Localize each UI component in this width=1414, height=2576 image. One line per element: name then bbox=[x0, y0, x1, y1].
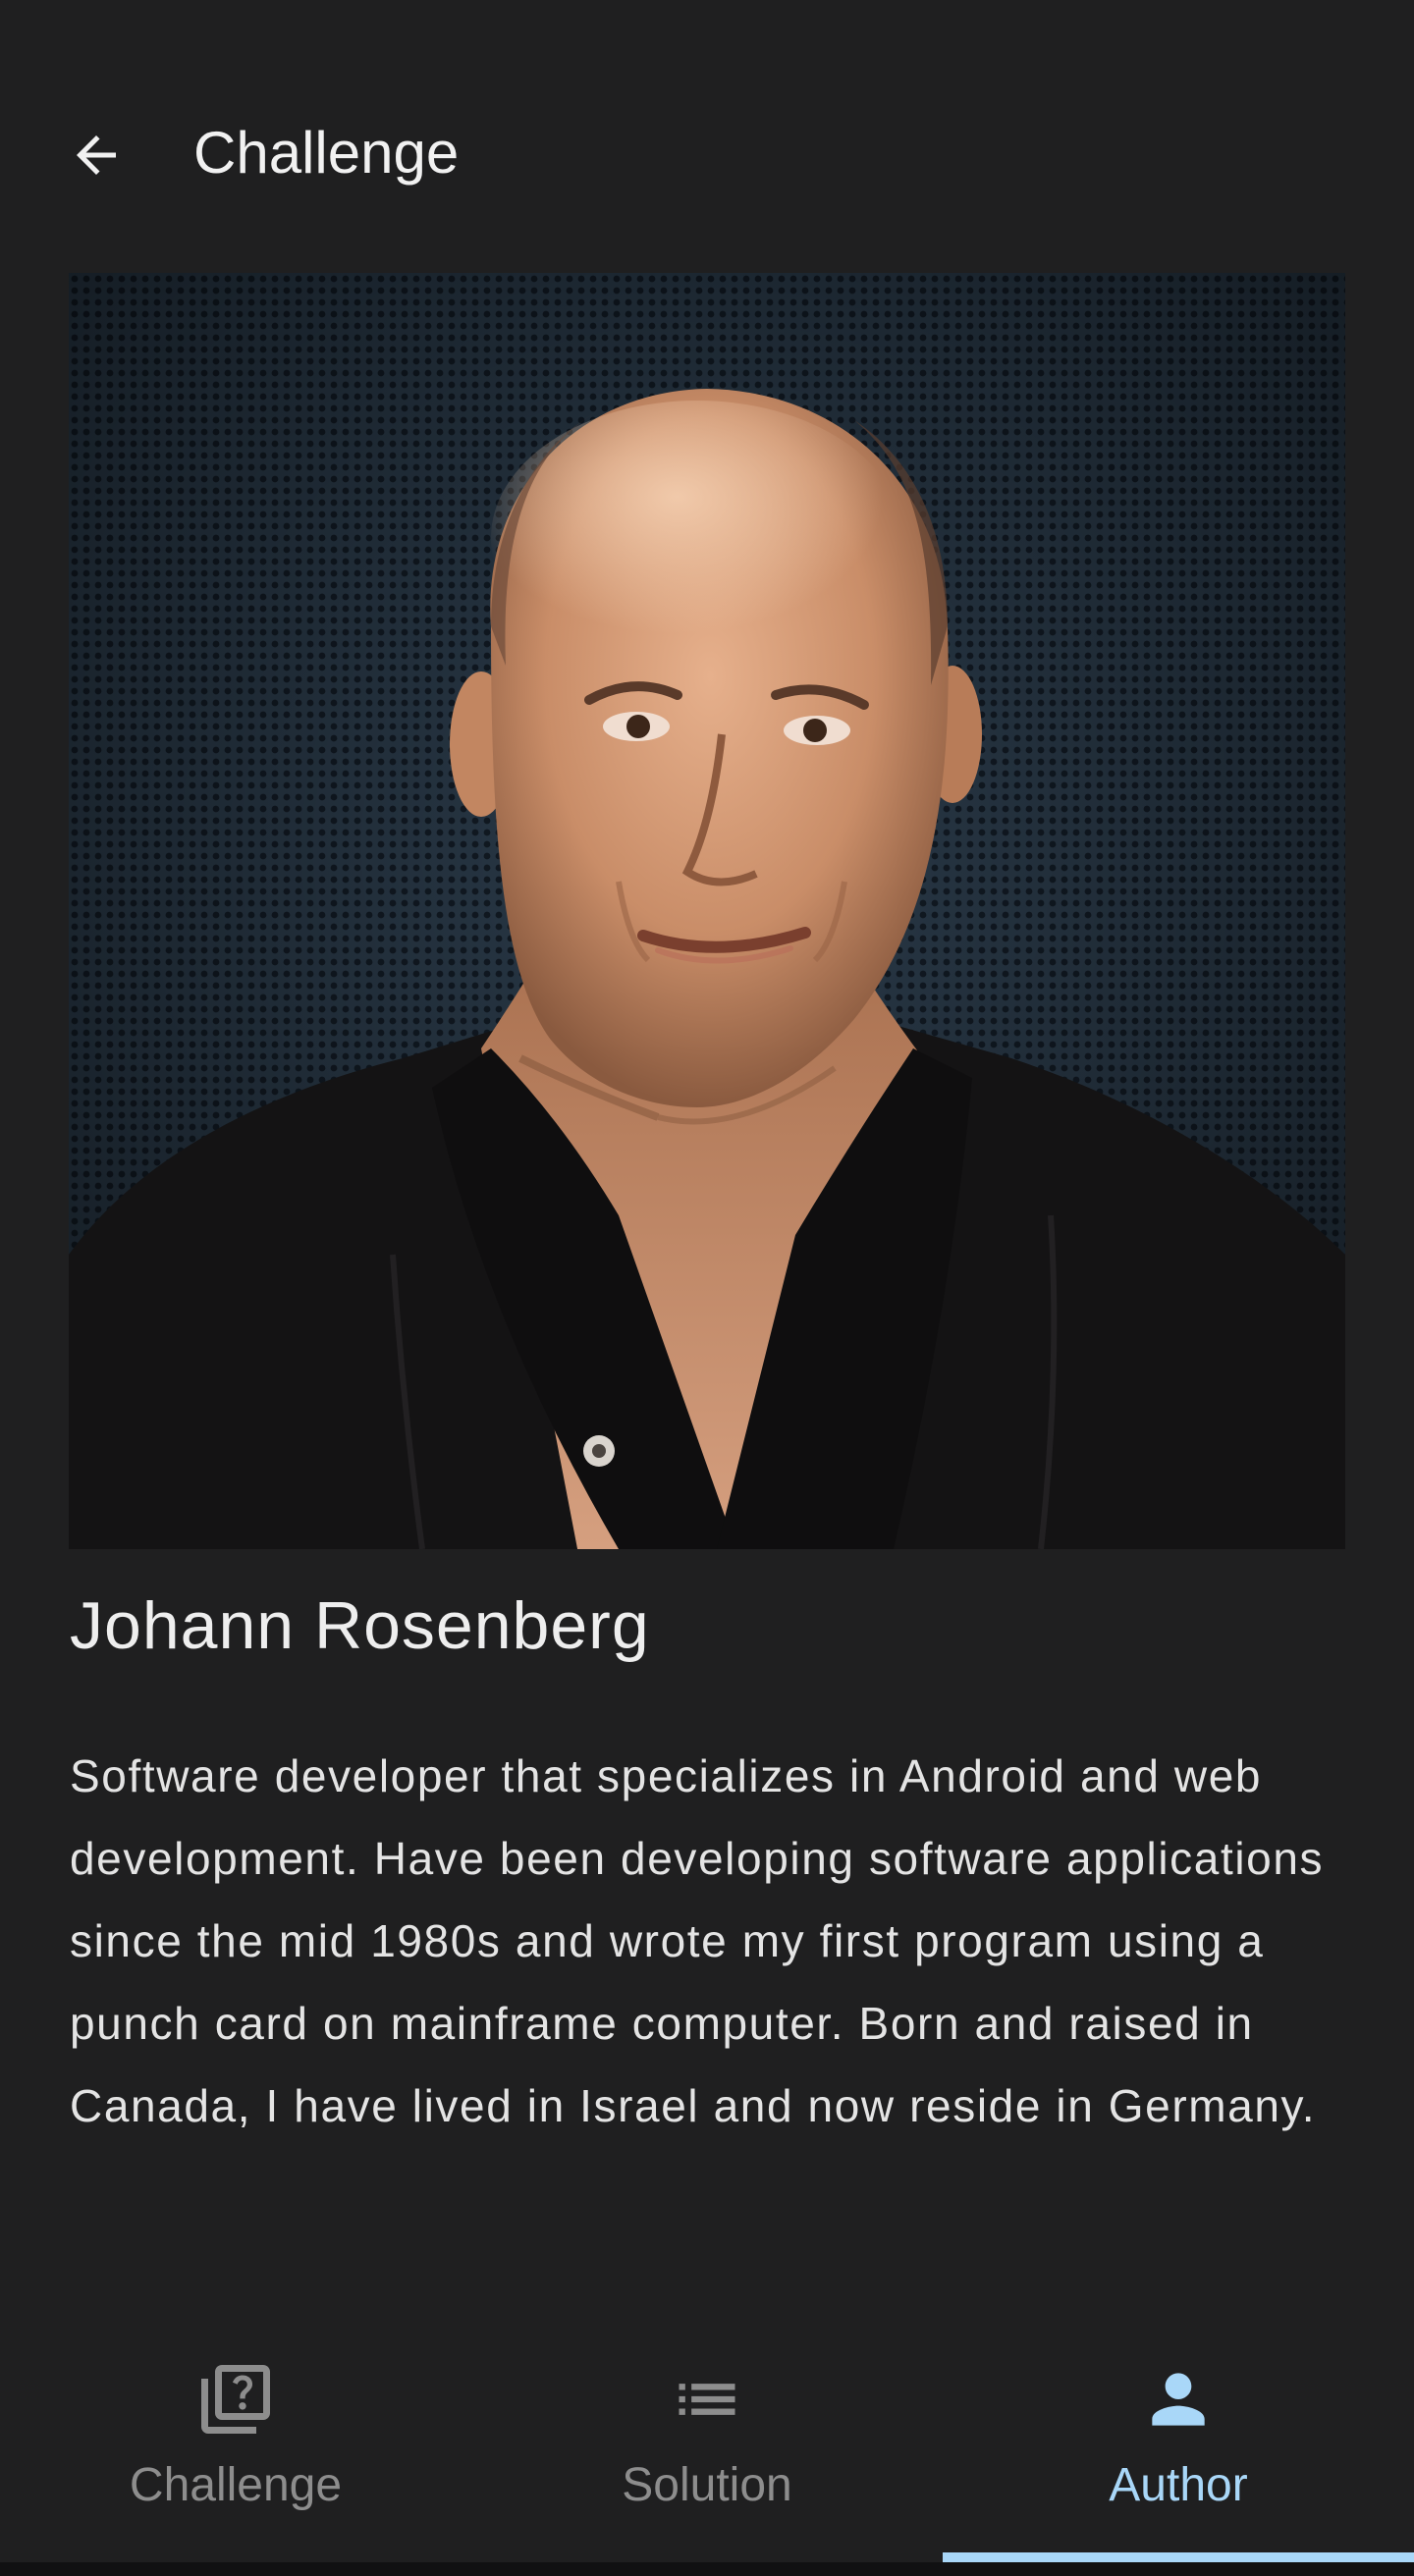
nav-label-author: Author bbox=[1109, 2459, 1248, 2511]
author-name: Johann Rosenberg bbox=[70, 1588, 650, 1663]
app-bar: Challenge bbox=[0, 0, 1414, 245]
arrow-back-icon bbox=[77, 135, 116, 175]
person-icon bbox=[943, 2360, 1414, 2439]
nav-item-challenge[interactable]: Challenge bbox=[0, 2317, 471, 2562]
author-bio: Software developer that specializes in A… bbox=[70, 1750, 1325, 2131]
nav-label-challenge: Challenge bbox=[129, 2459, 343, 2511]
nav-item-solution[interactable]: Solution bbox=[471, 2317, 943, 2562]
page-title: Challenge bbox=[193, 120, 460, 186]
nav-item-author[interactable]: Author bbox=[943, 2317, 1414, 2562]
nav-label-solution: Solution bbox=[622, 2459, 792, 2511]
bottom-navigation: Challenge Solution Author bbox=[0, 2317, 1414, 2576]
author-portrait-photo bbox=[69, 273, 1345, 1549]
quiz-icon bbox=[0, 2360, 471, 2439]
system-gesture-bar bbox=[0, 2562, 1414, 2576]
back-button[interactable] bbox=[49, 108, 143, 202]
list-icon bbox=[471, 2360, 943, 2439]
active-tab-indicator bbox=[943, 2552, 1414, 2562]
